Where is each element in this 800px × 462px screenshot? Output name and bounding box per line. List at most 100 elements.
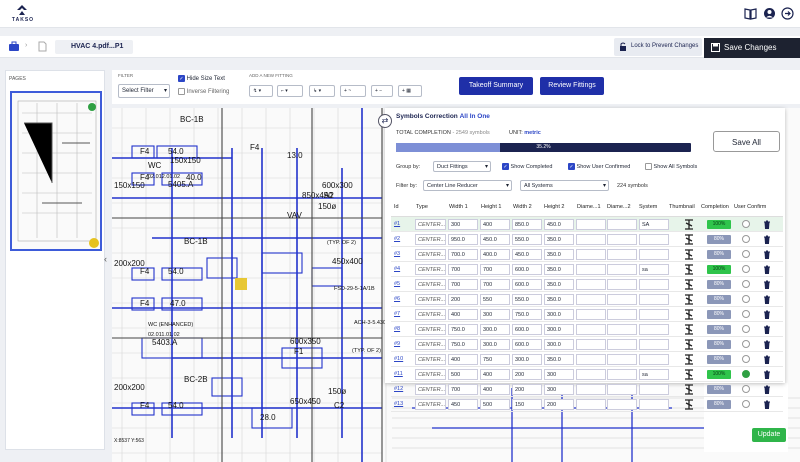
review-fittings-button[interactable]: Review Fittings xyxy=(540,77,604,95)
fitting-button-2[interactable]: ⌐ ▾ xyxy=(277,85,303,97)
diameter1-field[interactable] xyxy=(576,399,606,410)
diameter1-field[interactable] xyxy=(576,219,606,230)
width1-field[interactable]: 700 xyxy=(448,264,478,275)
height2-field[interactable]: 300.0 xyxy=(544,309,574,320)
diameter1-field[interactable] xyxy=(576,384,606,395)
height2-field[interactable]: 350.0 xyxy=(544,279,574,290)
column-header[interactable]: Diame...2 xyxy=(607,204,631,210)
system-field[interactable]: SA xyxy=(639,219,669,230)
height2-field[interactable]: 300.0 xyxy=(544,339,574,350)
trash-icon[interactable] xyxy=(763,400,771,409)
trash-icon[interactable] xyxy=(763,310,771,319)
table-row[interactable]: #4 CENTER... 700 700 600.0 350.0 sa 100% xyxy=(391,262,783,277)
row-id-link[interactable]: #5 xyxy=(394,281,400,287)
column-header[interactable]: Width 2 xyxy=(513,204,532,210)
height2-field[interactable]: 350.0 xyxy=(544,264,574,275)
type-field[interactable]: CENTER... xyxy=(415,384,446,395)
select-filter-dropdown[interactable]: Select Filter ▾ xyxy=(118,84,170,98)
width2-field[interactable]: 600.0 xyxy=(512,264,542,275)
type-field[interactable]: CENTER... xyxy=(415,249,446,260)
height1-field[interactable]: 400 xyxy=(480,384,510,395)
row-id-link[interactable]: #11 xyxy=(394,371,403,377)
trash-icon[interactable] xyxy=(763,295,771,304)
type-field[interactable]: CENTER... xyxy=(415,294,446,305)
diameter1-field[interactable] xyxy=(576,324,606,335)
width2-field[interactable]: 550.0 xyxy=(512,234,542,245)
table-row[interactable]: #8 CENTER... 750.0 300.0 600.0 300.0 80% xyxy=(391,322,783,337)
width1-field[interactable]: 750.0 xyxy=(448,339,478,350)
system-field[interactable] xyxy=(639,294,669,305)
height1-field[interactable]: 400 xyxy=(480,369,510,380)
trash-icon[interactable] xyxy=(763,325,771,334)
column-header[interactable]: Width 1 xyxy=(449,204,468,210)
column-header[interactable]: User Confirm xyxy=(734,204,766,210)
inverse-filtering-checkbox[interactable]: Inverse Filtering xyxy=(178,88,229,95)
height2-field[interactable]: 350.0 xyxy=(544,354,574,365)
document-title-tab[interactable]: HVAC 4.pdf...P1 xyxy=(55,40,134,54)
user-confirm-toggle[interactable] xyxy=(742,370,750,378)
diameter2-field[interactable] xyxy=(607,399,637,410)
row-id-link[interactable]: #1 xyxy=(394,221,400,227)
diameter2-field[interactable] xyxy=(607,264,637,275)
height1-field[interactable]: 700 xyxy=(480,264,510,275)
diameter2-field[interactable] xyxy=(607,279,637,290)
diameter2-field[interactable] xyxy=(607,354,637,365)
diameter2-field[interactable] xyxy=(607,219,637,230)
width1-field[interactable]: 400 xyxy=(448,354,478,365)
system-field[interactable] xyxy=(639,339,669,350)
system-dropdown[interactable]: All Systems xyxy=(520,180,609,191)
column-header[interactable]: Thumbnail xyxy=(669,204,695,210)
type-field[interactable]: CENTER... xyxy=(415,369,446,380)
diameter2-field[interactable] xyxy=(607,309,637,320)
user-confirm-toggle[interactable] xyxy=(742,325,750,333)
diameter1-field[interactable] xyxy=(576,369,606,380)
table-row[interactable]: #3 CENTER... 700.0 400.0 450.0 350.0 80% xyxy=(391,247,783,262)
width1-field[interactable]: 950.0 xyxy=(448,234,478,245)
user-confirm-toggle[interactable] xyxy=(742,400,750,408)
trash-icon[interactable] xyxy=(763,250,771,259)
table-row[interactable]: #2 CENTER... 950.0 450.0 550.0 350.0 80% xyxy=(391,232,783,247)
user-confirm-toggle[interactable] xyxy=(742,280,750,288)
diameter1-field[interactable] xyxy=(576,354,606,365)
width2-field[interactable]: 550.0 xyxy=(512,294,542,305)
height1-field[interactable]: 750 xyxy=(480,354,510,365)
trash-icon[interactable] xyxy=(763,235,771,244)
width1-field[interactable]: 750.0 xyxy=(448,324,478,335)
table-row[interactable]: #6 CENTER... 200 550 550.0 350.0 80% xyxy=(391,292,783,307)
system-field[interactable] xyxy=(639,384,669,395)
width2-field[interactable]: 600.0 xyxy=(512,339,542,350)
row-id-link[interactable]: #3 xyxy=(394,251,400,257)
width1-field[interactable]: 300 xyxy=(448,219,478,230)
trash-icon[interactable] xyxy=(763,280,771,289)
type-field[interactable]: CENTER... xyxy=(415,339,446,350)
user-confirm-toggle[interactable] xyxy=(742,220,750,228)
height1-field[interactable]: 300.0 xyxy=(480,324,510,335)
height1-field[interactable]: 500 xyxy=(480,399,510,410)
trash-icon[interactable] xyxy=(763,220,771,229)
type-field[interactable]: CENTER... xyxy=(415,264,446,275)
trash-icon[interactable] xyxy=(763,370,771,379)
type-field[interactable]: CENTER... xyxy=(415,234,446,245)
height1-field[interactable]: 450.0 xyxy=(480,234,510,245)
system-field[interactable] xyxy=(639,324,669,335)
save-changes-button[interactable]: Save Changes xyxy=(704,38,800,58)
width2-field[interactable]: 200 xyxy=(512,384,542,395)
briefcase-icon[interactable] xyxy=(8,41,20,52)
width1-field[interactable]: 200 xyxy=(448,294,478,305)
diameter1-field[interactable] xyxy=(576,234,606,245)
width1-field[interactable]: 500 xyxy=(448,369,478,380)
table-row[interactable]: #10 CENTER... 400 750 300.0 350.0 80% xyxy=(391,352,783,367)
diameter1-field[interactable] xyxy=(576,249,606,260)
fitting-button-6[interactable]: + ▦ xyxy=(398,85,422,97)
logout-icon[interactable] xyxy=(781,7,794,20)
filter-by-dropdown[interactable]: Center Line Reducer xyxy=(423,180,512,191)
row-id-link[interactable]: #4 xyxy=(394,266,400,272)
height2-field[interactable]: 300 xyxy=(544,369,574,380)
type-field[interactable]: CENTER... xyxy=(415,324,446,335)
page-thumbnail[interactable] xyxy=(10,91,102,251)
height2-field[interactable]: 200 xyxy=(544,399,574,410)
diameter2-field[interactable] xyxy=(607,294,637,305)
diameter2-field[interactable] xyxy=(607,249,637,260)
column-header[interactable]: Height 2 xyxy=(544,204,565,210)
column-header[interactable]: System xyxy=(639,204,657,210)
